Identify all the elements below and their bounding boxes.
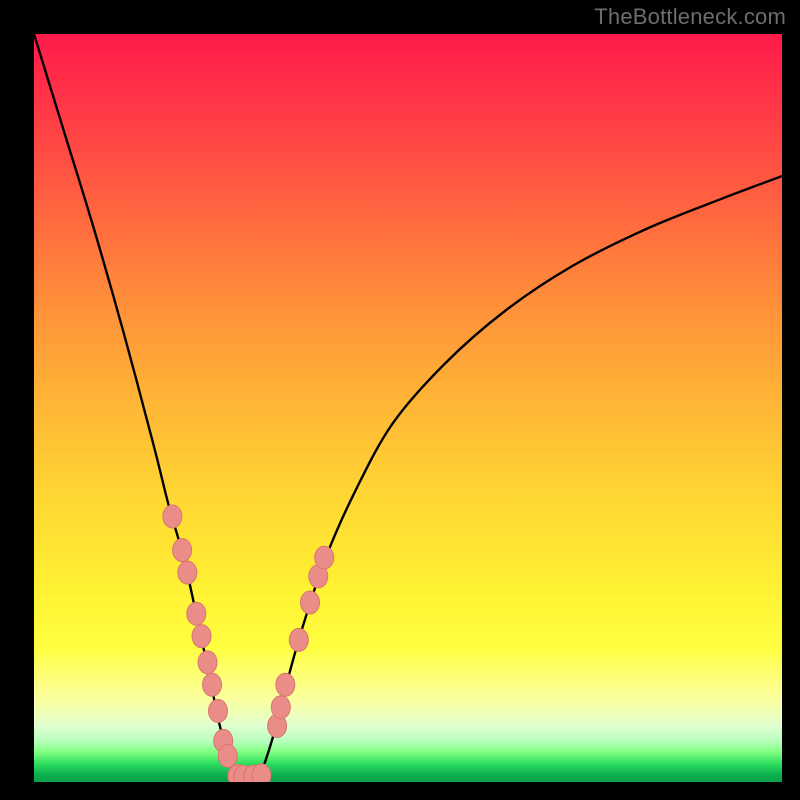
watermark-text: TheBottleneck.com	[594, 4, 786, 30]
data-marker	[192, 625, 211, 648]
data-marker	[289, 628, 308, 651]
data-marker	[198, 651, 217, 674]
data-marker	[301, 591, 320, 614]
data-marker	[271, 696, 290, 719]
data-marker	[203, 673, 222, 696]
chart-frame: TheBottleneck.com	[0, 0, 800, 800]
data-marker	[218, 744, 237, 767]
data-marker	[276, 673, 295, 696]
data-marker	[173, 539, 192, 562]
data-marker	[187, 602, 206, 625]
chart-svg	[34, 34, 782, 782]
data-markers	[163, 505, 334, 782]
data-marker	[178, 561, 197, 584]
plot-area	[34, 34, 782, 782]
data-marker	[209, 699, 228, 722]
data-marker	[163, 505, 182, 528]
right-curve	[258, 176, 782, 778]
data-marker	[252, 764, 271, 782]
data-marker	[315, 546, 334, 569]
